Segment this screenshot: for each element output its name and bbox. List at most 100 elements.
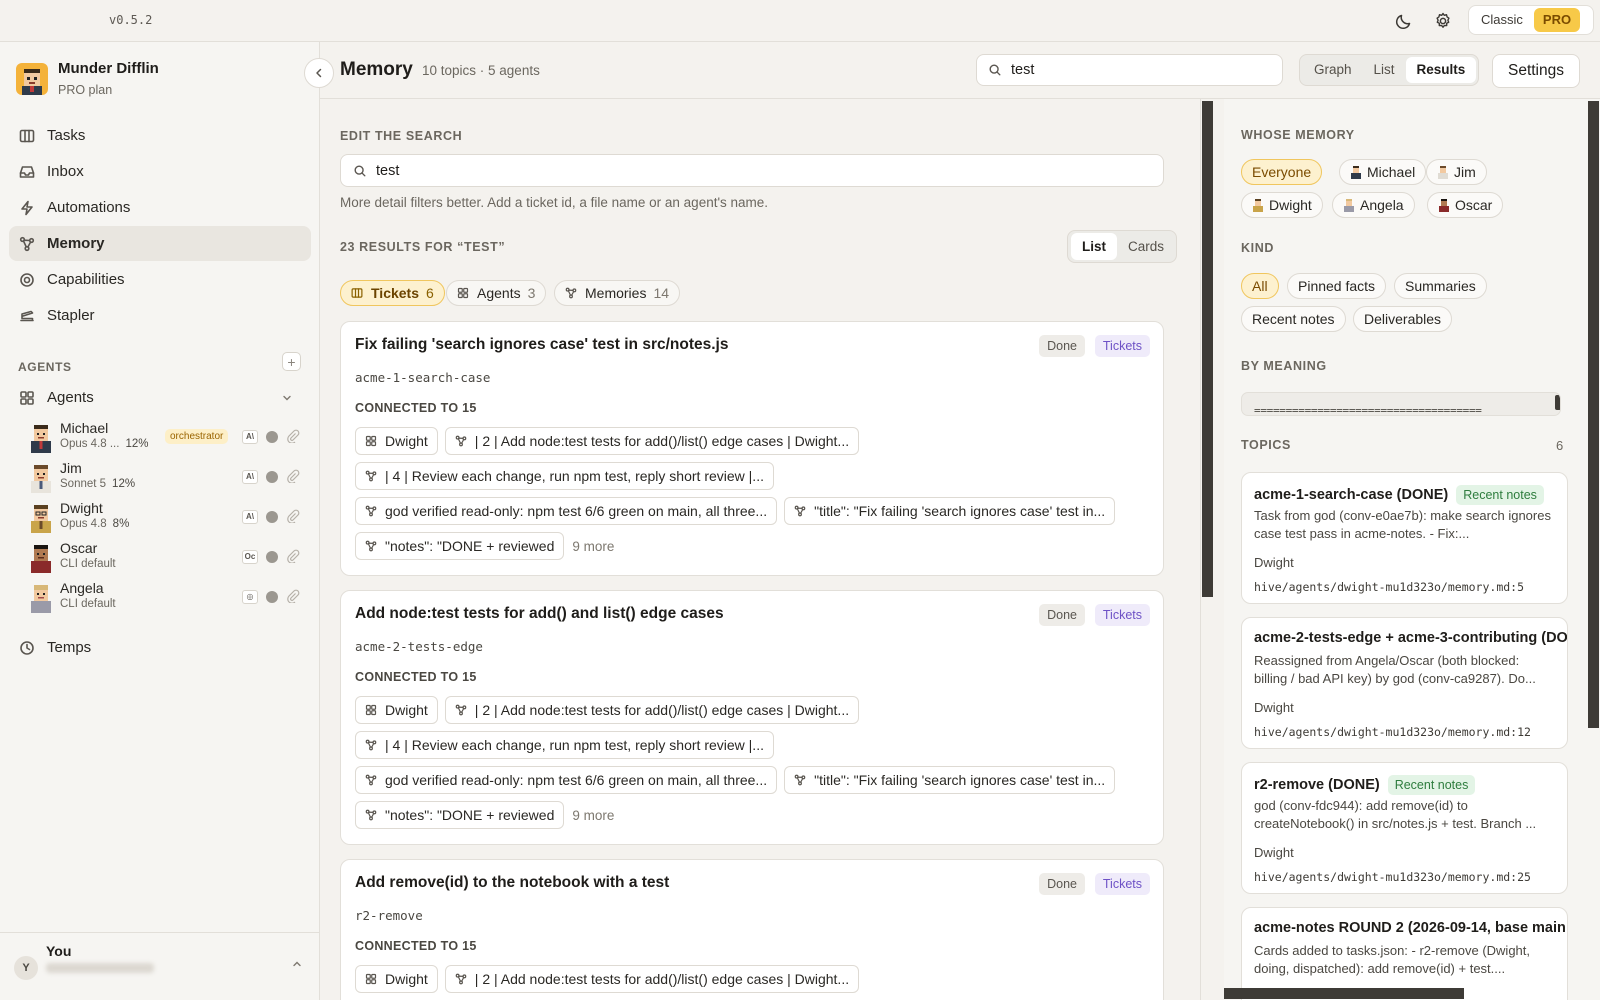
filter-tickets[interactable]: Tickets 6 <box>340 280 445 306</box>
topic-card[interactable]: r2-remove (DONE) Recent notes god (conv-f… <box>1241 762 1568 894</box>
topic-card[interactable]: acme-2-tests-edge + acme-3-contributing … <box>1241 617 1568 749</box>
grid-icon <box>365 435 377 447</box>
sidebar-item-memory[interactable]: Memory <box>9 226 311 261</box>
filter-angela[interactable]: Angela <box>1332 192 1415 218</box>
connection-chip[interactable]: Dwight <box>355 696 438 724</box>
filter-michael[interactable]: Michael <box>1339 159 1427 185</box>
kind-summaries[interactable]: Summaries <box>1394 273 1487 299</box>
kind-deliverables[interactable]: Deliverables <box>1353 306 1453 332</box>
agent-row-michael[interactable]: Michael Opus 4.8 ... 12% orchestrator A\ <box>28 420 306 456</box>
mode-switch: Classic PRO <box>1468 5 1594 35</box>
topic-snippet: Cards added to tasks.json: - r2-remove (… <box>1254 943 1530 976</box>
tab-list[interactable]: List <box>1363 57 1406 83</box>
connection-list: Dwight | 2 | Add node:test tests for add… <box>355 427 1155 567</box>
connected-heading: CONNECTED TO 15 <box>355 670 477 684</box>
graph-icon <box>365 809 377 821</box>
kind-all[interactable]: All <box>1241 273 1279 299</box>
connection-chip[interactable]: "notes": "DONE + reviewed <box>355 532 565 560</box>
agent-row-angela[interactable]: Angela CLI default ◎ <box>28 580 306 616</box>
connection-chip[interactable]: "title": "Fix failing 'search ignores ca… <box>784 766 1116 794</box>
mode-classic-button[interactable]: Classic <box>1473 9 1531 31</box>
filter-dwight[interactable]: Dwight <box>1241 192 1323 218</box>
card-title[interactable]: Fix failing 'search ignores case' test i… <box>355 336 728 354</box>
agent-row-jim[interactable]: Jim Sonnet 5 12% A\ <box>28 460 306 496</box>
paperclip-icon[interactable] <box>286 469 300 483</box>
workspace-avatar[interactable] <box>16 63 48 95</box>
settings-button[interactable]: Settings <box>1492 54 1580 88</box>
filter-agents[interactable]: Agents 3 <box>446 280 547 306</box>
more-connections-link[interactable]: 9 more <box>572 539 614 554</box>
user-menu[interactable]: Y You <box>0 932 319 1000</box>
sidebar-item-temps[interactable]: Temps <box>9 630 311 665</box>
agents-group-toggle[interactable]: Agents <box>9 380 311 415</box>
meaning-slider[interactable]: ==================================== <box>1241 392 1561 416</box>
workspace-name[interactable]: Munder Difflin <box>58 60 159 77</box>
result-card[interactable]: Add remove(id) to the notebook with a te… <box>340 859 1164 1000</box>
paperclip-icon[interactable] <box>286 589 300 603</box>
agent-model: CLI default <box>60 598 116 610</box>
search-input[interactable]: test <box>976 54 1283 86</box>
connection-chip[interactable]: "title": "Fix failing 'search ignores ca… <box>784 497 1116 525</box>
sidebar-item-tasks[interactable]: Tasks <box>9 118 311 153</box>
connection-chip[interactable]: Dwight <box>355 427 438 455</box>
topic-path[interactable]: hive/agents/dwight-mu1d323o/memory.md:5 <box>1254 580 1524 594</box>
sidebar-item-stapler[interactable]: Stapler <box>9 298 311 333</box>
connection-chip[interactable]: god verified read-only: npm test 6/6 gre… <box>355 497 778 525</box>
gear-icon[interactable] <box>1433 11 1453 31</box>
sidebar-item-capabilities[interactable]: Capabilities <box>9 262 311 297</box>
topic-card[interactable]: acme-1-search-case (DONE) Recent notes Ta… <box>1241 472 1568 604</box>
layout-list-button[interactable]: List <box>1071 233 1118 260</box>
agents-section-heading: AGENTS <box>18 360 72 374</box>
topic-path[interactable]: hive/agents/dwight-mu1d323o/memory.md:12 <box>1254 725 1531 739</box>
connection-chip[interactable]: "notes": "DONE + reviewed <box>355 801 565 829</box>
type-badge: Tickets <box>1094 873 1150 895</box>
moon-icon[interactable] <box>1394 11 1414 31</box>
paperclip-icon[interactable] <box>286 509 300 523</box>
topic-path[interactable]: hive/agents/dwight-mu1d323o/memory.md:25 <box>1254 870 1531 884</box>
sidebar-item-automations[interactable]: Automations <box>9 190 311 225</box>
filter-jim[interactable]: Jim <box>1426 159 1487 185</box>
card-title[interactable]: Add remove(id) to the notebook with a te… <box>355 874 669 892</box>
stapler-icon <box>20 310 34 321</box>
kind-pinned-facts[interactable]: Pinned facts <box>1287 273 1387 299</box>
connection-chip[interactable]: | 4 | Review each change, run npm test, … <box>355 462 774 490</box>
collapse-sidebar-button[interactable] <box>304 58 334 88</box>
result-card[interactable]: Add node:test tests for add() and list()… <box>340 590 1164 845</box>
paperclip-icon[interactable] <box>286 429 300 443</box>
filter-memories[interactable]: Memories 14 <box>554 280 681 306</box>
panel-scrollbar[interactable] <box>1588 101 1599 728</box>
status-dot <box>266 431 278 443</box>
card-title[interactable]: Add node:test tests for add() and list()… <box>355 605 724 623</box>
recent-notes-badge: Recent notes <box>1387 775 1476 795</box>
connection-chip[interactable]: | 2 | Add node:test tests for add()/list… <box>444 696 860 724</box>
agent-row-oscar[interactable]: Oscar CLI default Oc <box>28 540 306 576</box>
paperclip-icon[interactable] <box>286 549 300 563</box>
connection-chip[interactable]: | 4 | Review each change, run npm test, … <box>355 731 774 759</box>
connection-chip[interactable]: | 2 | Add node:test tests for add()/list… <box>444 965 860 993</box>
result-card[interactable]: Fix failing 'search ignores case' test i… <box>340 321 1164 576</box>
divider <box>1200 99 1201 1000</box>
connection-chip[interactable]: | 2 | Add node:test tests for add()/list… <box>444 427 860 455</box>
tab-graph[interactable]: Graph <box>1303 57 1363 83</box>
agent-row-dwight[interactable]: Dwight Opus 4.8 8% A\ <box>28 500 306 536</box>
mode-pro-button[interactable]: PRO <box>1533 8 1581 32</box>
layout-cards-button[interactable]: Cards <box>1117 233 1175 260</box>
tab-results[interactable]: Results <box>1405 57 1477 83</box>
add-agent-button[interactable]: + <box>282 352 301 371</box>
topic-card[interactable]: acme-notes ROUND 2 (2026-09-14, base mai… <box>1241 907 1568 1000</box>
inbox-icon <box>19 165 35 178</box>
filter-everyone[interactable]: Everyone <box>1241 159 1323 185</box>
filter-oscar[interactable]: Oscar <box>1427 192 1504 218</box>
edit-search-input[interactable]: test <box>340 154 1164 187</box>
connection-chip[interactable]: god verified read-only: npm test 6/6 gre… <box>355 766 778 794</box>
sidebar-item-label: Automations <box>47 199 131 216</box>
meaning-slider-handle[interactable] <box>1555 395 1560 410</box>
connection-chip[interactable]: Dwight <box>355 965 438 993</box>
sidebar-item-inbox[interactable]: Inbox <box>9 154 311 189</box>
more-connections-link[interactable]: 9 more <box>572 808 614 823</box>
panel-horizontal-scrollbar[interactable] <box>1224 988 1464 999</box>
results-scrollbar[interactable] <box>1202 101 1213 597</box>
kind-recent-notes[interactable]: Recent notes <box>1241 306 1346 332</box>
graph-icon <box>365 739 377 751</box>
user-email-redacted <box>46 963 154 973</box>
